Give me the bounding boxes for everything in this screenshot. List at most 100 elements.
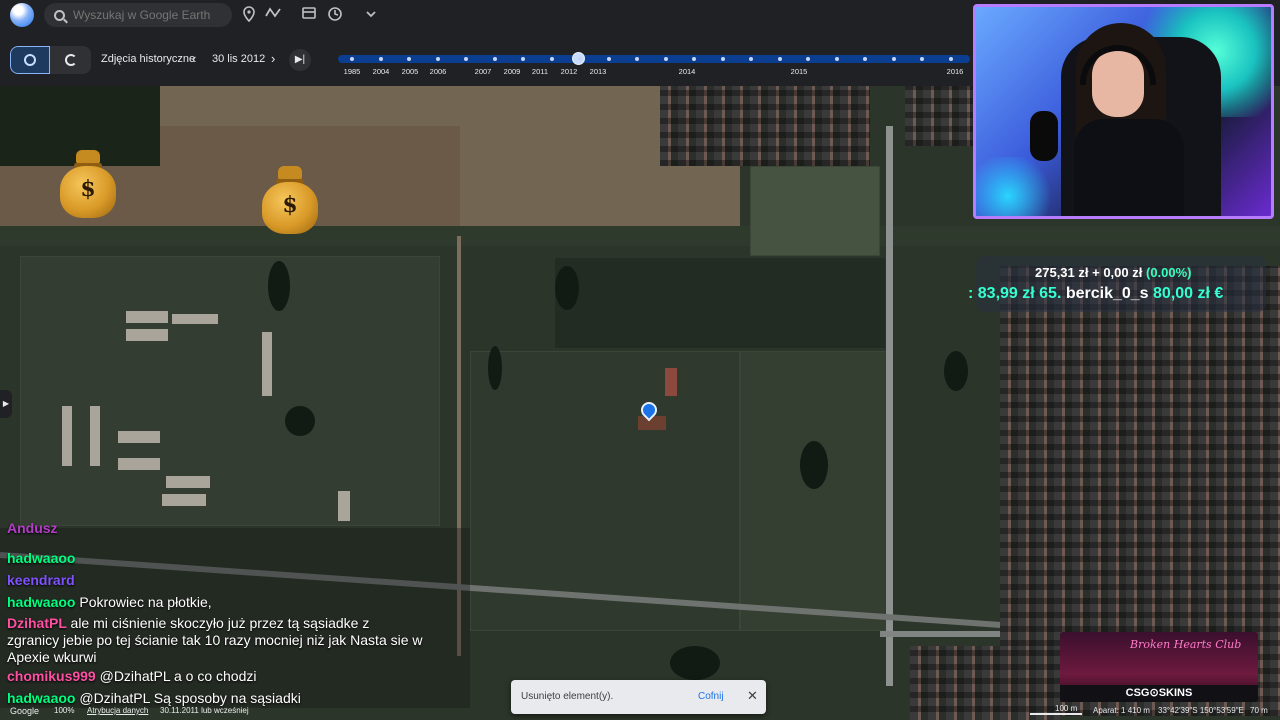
dollar-sign: $ — [282, 192, 298, 218]
chat-text: Apexie wkurwi — [7, 649, 97, 665]
chat-message: hadwaaoo @DzihatPL Są sposoby na sąsiadk… — [7, 690, 301, 706]
bag-neck — [76, 150, 100, 164]
farm-building — [126, 311, 168, 323]
map-style-icon[interactable] — [300, 6, 318, 24]
ticker-item: 65. — [1039, 285, 1066, 302]
timeline-tick — [407, 57, 411, 61]
housing-estate — [910, 646, 1060, 720]
chat-username[interactable]: DzihatPL — [7, 615, 71, 631]
timeline-year-label[interactable]: 2014 — [679, 67, 696, 76]
draw-path-icon[interactable] — [264, 6, 282, 24]
attribution-link[interactable]: Atrybucja danych — [87, 706, 148, 715]
skip-to-latest-button[interactable]: ▶| — [289, 49, 311, 71]
donation-percent: (0.00%) — [1145, 265, 1192, 280]
undo-button[interactable]: Cofnij — [698, 691, 724, 702]
next-date-chevron-icon[interactable]: › — [271, 51, 275, 66]
farm-building — [166, 476, 210, 488]
pin-glyph — [243, 6, 255, 23]
money-bag-icon: $ — [60, 150, 116, 218]
search-input[interactable] — [73, 8, 223, 22]
chat-message: Apexie wkurwi — [7, 649, 96, 665]
chat-username[interactable]: Andusz — [7, 520, 58, 536]
timeline-tick — [663, 57, 668, 61]
refresh-view-button[interactable] — [51, 46, 91, 74]
ticker-item: € — [1214, 285, 1224, 302]
streamer-shirt — [1074, 119, 1184, 216]
chat-username[interactable]: chomikus999 — [7, 668, 100, 684]
path-glyph — [265, 7, 281, 18]
ticker-item: : 83,99 zł — [968, 285, 1040, 302]
desk-glow — [976, 157, 1056, 216]
timeline-tick — [435, 57, 440, 61]
microphone — [1030, 111, 1058, 161]
timeline-tick — [692, 57, 696, 61]
timeline-tick — [891, 57, 896, 61]
chat-username[interactable]: hadwaaoo — [7, 594, 79, 610]
timeline-year-label[interactable]: 2015 — [791, 67, 808, 76]
farm-building — [126, 329, 168, 341]
chat-message: DzihatPL ale mi ciśnienie skoczyło już p… — [7, 615, 369, 631]
chat-username[interactable]: hadwaaoo — [7, 690, 79, 706]
timeline-year-label[interactable]: 2006 — [430, 67, 447, 76]
donation-summary: 275,31 zł + 0,00 zł (0.00%) — [1035, 265, 1192, 280]
timeline-tick — [806, 57, 810, 61]
previous-date-chevron-icon[interactable]: ‹ — [192, 51, 196, 66]
scale-bar — [1030, 713, 1082, 715]
field — [750, 166, 880, 256]
orchard — [555, 258, 885, 348]
timeline-tick — [578, 57, 582, 61]
chat-message: keendrard — [7, 572, 75, 588]
timeline-tick — [549, 57, 554, 61]
camera-altitude: Aparat: 1 410 m — [1093, 706, 1150, 715]
historical-view-button[interactable] — [10, 46, 50, 74]
bag-neck — [278, 166, 302, 180]
timeline-year-label[interactable]: 2007 — [475, 67, 492, 76]
ticker-item: bercik_0_s — [1065, 285, 1154, 302]
chat-username[interactable]: hadwaaoo — [7, 550, 75, 566]
sponsor-banner: Broken Hearts Club CSG⊙SKINS — [1060, 632, 1258, 702]
farm-building — [262, 332, 272, 396]
farm-building — [172, 314, 218, 324]
timeline-year-label[interactable]: 2011 — [532, 67, 548, 76]
ground-altitude: 70 m — [1250, 706, 1268, 715]
google-earth-logo[interactable] — [10, 3, 34, 27]
timeline-year-label[interactable]: 2016 — [947, 67, 964, 76]
close-icon[interactable]: ✕ — [747, 688, 758, 704]
chat-message: zgranicy jebie po tej ścianie tak 10 raz… — [7, 632, 423, 648]
timeline-year-label[interactable]: 2004 — [373, 67, 390, 76]
timeline-year-label[interactable]: 1985 — [344, 67, 361, 76]
search-box[interactable] — [44, 3, 232, 27]
pond — [670, 646, 720, 680]
chat-message: hadwaaoo — [7, 550, 75, 566]
chat-text: zgranicy jebie po tej ścianie tak 10 raz… — [7, 632, 423, 648]
history-icon[interactable] — [326, 6, 344, 24]
donation-increase: + 0,00 zł — [1092, 265, 1143, 280]
timeline-tick — [720, 57, 725, 61]
history-glyph — [328, 7, 342, 21]
timeline-year-label[interactable]: 2013 — [590, 67, 607, 76]
chat-text: @DzihatPL a o co chodzi — [99, 668, 257, 684]
timeline-tick — [920, 57, 924, 61]
chat-username[interactable]: keendrard — [7, 572, 75, 588]
timeline-tick — [378, 57, 383, 61]
pond — [488, 346, 502, 390]
sponsor-brand: CSG⊙SKINS — [1060, 685, 1258, 702]
timeline-tick — [777, 57, 782, 61]
farm-building — [90, 406, 100, 466]
expand-panel-chevron-icon[interactable]: ▶ — [0, 390, 12, 418]
history-timeline-slider[interactable] — [338, 52, 970, 65]
imagery-date: 30.11.2011 lub wcześniej — [160, 706, 249, 715]
chevron-down-icon[interactable] — [362, 6, 380, 24]
timeline-year-label[interactable]: 2005 — [402, 67, 419, 76]
ticker-item: 80,00 zł — [1153, 285, 1215, 302]
scale-label: 100 m — [1055, 704, 1078, 713]
timeline-year-label[interactable]: 2012 — [561, 67, 578, 76]
history-icon — [24, 54, 36, 66]
timeline-year-label[interactable]: 2009 — [504, 67, 521, 76]
pond — [800, 441, 828, 489]
add-placemark-icon[interactable] — [240, 6, 258, 24]
refresh-icon — [65, 54, 77, 66]
dollar-sign: $ — [80, 176, 96, 202]
timeline-tick — [492, 57, 497, 61]
search-icon — [54, 9, 65, 21]
